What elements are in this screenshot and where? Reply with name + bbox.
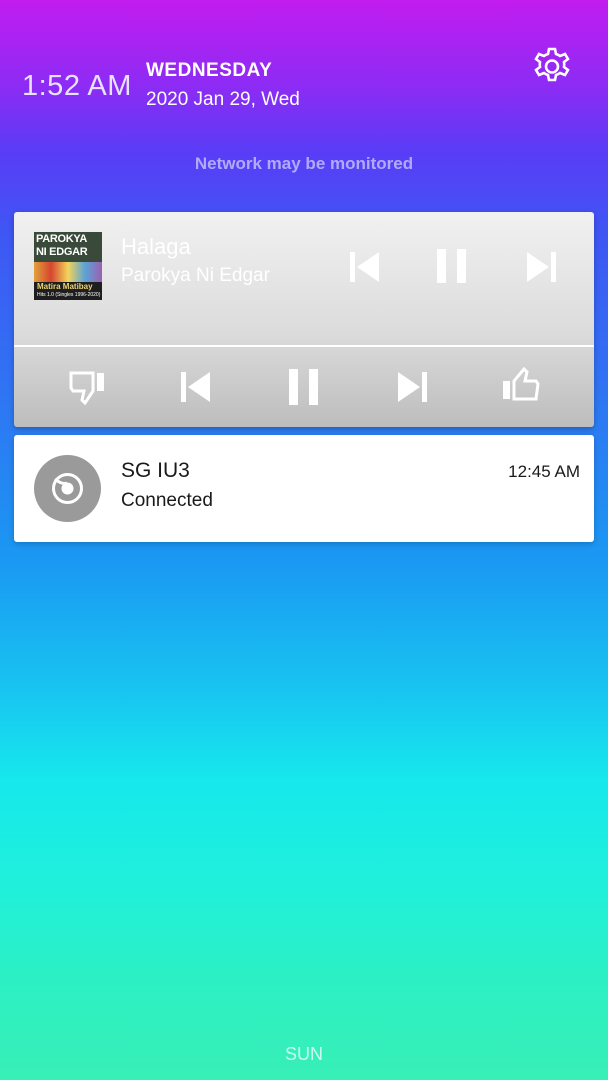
album-art-faces: [34, 262, 102, 282]
notification-title: SG IU3: [121, 459, 190, 482]
skip-next-icon: [527, 252, 556, 282]
album-art-text-1: PAROKYA: [36, 233, 88, 245]
album-art-text-3: Matira Matibay: [37, 282, 93, 291]
date-label: 2020 Jan 29, Wed: [146, 89, 300, 110]
pause-button[interactable]: [287, 368, 321, 411]
prev-button[interactable]: [179, 370, 213, 409]
pause-icon: [437, 249, 466, 283]
skip-previous-icon: [181, 372, 210, 402]
thumbs-down-icon: [69, 371, 104, 406]
next-button[interactable]: [395, 370, 429, 409]
pause-icon: [289, 369, 318, 405]
app-icon: [34, 455, 101, 522]
top-prev-button[interactable]: [348, 250, 382, 289]
top-pause-button[interactable]: [435, 248, 469, 289]
clock-time: 1:52 AM: [22, 70, 132, 102]
album-art-text-2: NI EDGAR: [36, 246, 88, 258]
album-art: PAROKYA NI EDGAR Matira Matibay Hits 1.0…: [34, 232, 102, 300]
notification-text: Connected: [121, 490, 213, 511]
network-notice: Network may be monitored: [194, 154, 414, 173]
artist-name: Parokya Ni Edgar: [121, 265, 270, 286]
song-title: Halaga: [121, 234, 191, 259]
top-next-button[interactable]: [524, 250, 558, 289]
skip-next-icon: [398, 372, 427, 402]
settings-button[interactable]: [530, 45, 574, 89]
weekday-label: WEDNESDAY: [146, 60, 273, 81]
album-art-text-4: Hits 1.0 (Singles 1996-2020): [37, 292, 101, 298]
thumbs-up-icon: [503, 366, 540, 401]
thumbs-up-button[interactable]: [500, 366, 540, 408]
skip-previous-icon: [350, 252, 379, 282]
connection-notification[interactable]: SG IU3 Connected 12:45 AM: [14, 435, 594, 542]
gear-icon: [534, 47, 570, 82]
media-notification[interactable]: PAROKYA NI EDGAR Matira Matibay Hits 1.0…: [14, 212, 594, 427]
footer-label: SUN: [284, 1044, 323, 1064]
notification-time: 12:45 AM: [508, 462, 580, 481]
thumbs-down-button[interactable]: [69, 369, 109, 410]
media-divider: [14, 345, 594, 347]
status-header: 1:52 AM WEDNESDAY 2020 Jan 29, Wed Netwo…: [0, 0, 608, 200]
